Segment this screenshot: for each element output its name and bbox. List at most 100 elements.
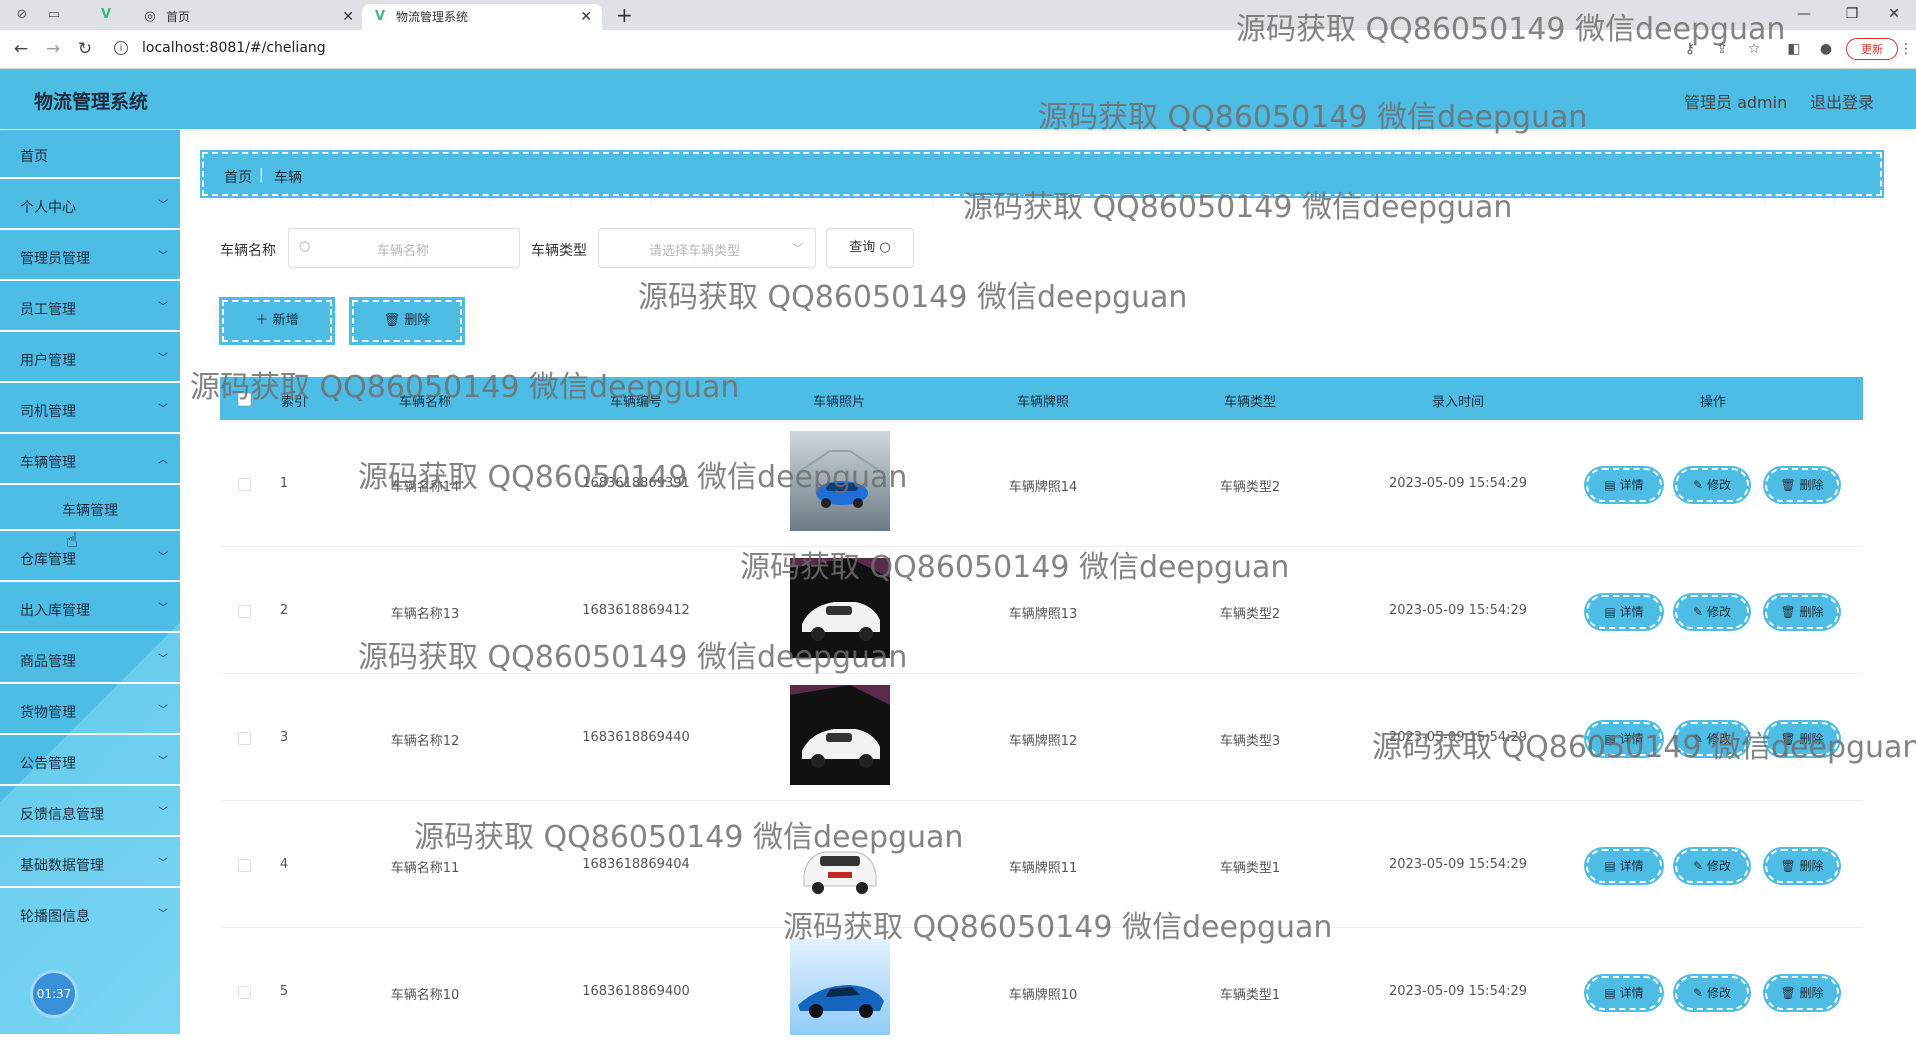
detail-button[interactable]: ▤ 详情 bbox=[1586, 595, 1662, 629]
app-title: 物流管理系统 bbox=[34, 91, 149, 113]
logout-link[interactable]: 退出登录 bbox=[1810, 89, 1874, 113]
document-icon: ▤ bbox=[1604, 605, 1616, 619]
back-icon[interactable]: ← bbox=[10, 38, 32, 60]
sidebar-item-staff[interactable]: 员工管理 ﹀ bbox=[0, 283, 180, 332]
vehicle-photo[interactable] bbox=[790, 558, 890, 658]
chevron-down-icon: ﹀ bbox=[158, 603, 168, 614]
close-icon[interactable]: ✕ bbox=[580, 4, 592, 30]
browser-tab-bar: ⊘ ▭ V ◎ 首页 ✕ V 物流管理系统 ✕ + — ❐ ✕ bbox=[0, 0, 1916, 30]
sidebar-item-vehicles[interactable]: 车辆管理 ︿ bbox=[0, 436, 180, 485]
forward-icon[interactable]: → bbox=[42, 38, 64, 60]
clock-badge: 01:37 bbox=[30, 970, 78, 1018]
url-field[interactable]: i localhost:8081/#/cheliang bbox=[106, 35, 1436, 63]
account-icon[interactable]: ● bbox=[1816, 40, 1836, 58]
delete-button[interactable]: 🗑 删除 bbox=[1765, 595, 1839, 629]
sidebar-item-admin[interactable]: 管理员管理 ﹀ bbox=[0, 232, 180, 281]
profile-icon[interactable]: ⊘ bbox=[14, 7, 30, 23]
table-row: 1 车辆名称14 1683618869391 车辆牌照14 车辆类型2 2023… bbox=[220, 420, 1863, 547]
pencil-icon: ✎ bbox=[1693, 859, 1704, 873]
vehicle-photo[interactable] bbox=[790, 939, 890, 1035]
edit-button[interactable]: ✎ 修改 bbox=[1675, 595, 1749, 629]
side-panel-icon[interactable]: ◧ bbox=[1784, 40, 1804, 58]
add-button[interactable]: ＋ 新增 bbox=[222, 300, 332, 342]
sidebar: 首页 个人中心 ﹀ 管理员管理 ﹀ 员工管理 ﹀ 用户管理 ﹀ 司机管理 ﹀ 车… bbox=[0, 130, 180, 1034]
restore-icon[interactable]: ❐ bbox=[1830, 0, 1874, 30]
detail-button[interactable]: ▤ 详情 bbox=[1586, 976, 1662, 1010]
batch-delete-button[interactable]: 🗑 删除 bbox=[352, 300, 462, 342]
sidebar-item-goods[interactable]: 货物管理 ﹀ bbox=[0, 686, 180, 735]
row-checkbox[interactable] bbox=[238, 986, 251, 999]
info-icon[interactable]: i bbox=[114, 41, 128, 55]
close-icon[interactable]: ✕ bbox=[342, 4, 354, 30]
vehicle-photo[interactable] bbox=[790, 431, 890, 531]
table-header: 索引 车辆名称 车辆编号 车辆照片 车辆牌照 车辆类型 录入时间 操作 bbox=[220, 377, 1863, 420]
delete-button[interactable]: 🗑 删除 bbox=[1765, 722, 1839, 756]
chevron-down-icon: ﹀ bbox=[792, 242, 803, 255]
edit-button[interactable]: ✎ 修改 bbox=[1675, 849, 1749, 883]
trash-icon: 🗑 bbox=[1780, 478, 1796, 492]
detail-button[interactable]: ▤ 详情 bbox=[1586, 468, 1662, 502]
trash-icon: 🗑 bbox=[1780, 986, 1796, 1000]
star-icon[interactable]: ☆ bbox=[1744, 40, 1764, 58]
chevron-down-icon: ﹀ bbox=[158, 654, 168, 665]
pencil-icon: ✎ bbox=[1693, 478, 1704, 492]
row-checkbox[interactable] bbox=[238, 478, 251, 491]
row-checkbox[interactable] bbox=[238, 605, 251, 618]
table-row: 3 车辆名称12 1683618869440 车辆牌照12 车辆类型3 2023… bbox=[220, 674, 1863, 801]
breadcrumb-home[interactable]: 首页 bbox=[224, 167, 252, 187]
chevron-down-icon: ﹀ bbox=[158, 807, 168, 818]
row-checkbox[interactable] bbox=[238, 859, 251, 872]
vehicle-type-select[interactable]: 请选择车辆类型 ﹀ bbox=[598, 228, 816, 268]
new-tab-icon[interactable]: + bbox=[616, 3, 633, 27]
chevron-down-icon: ﹀ bbox=[158, 756, 168, 767]
update-button[interactable]: 更新 bbox=[1846, 38, 1898, 60]
share-icon[interactable]: ⇪ bbox=[1712, 40, 1732, 58]
vehicle-photo[interactable] bbox=[790, 812, 890, 912]
row-checkbox[interactable] bbox=[238, 732, 251, 745]
query-button[interactable]: 查询 ○ bbox=[826, 228, 914, 268]
tab-groups-icon[interactable]: ▭ bbox=[46, 7, 62, 23]
sidebar-item-users[interactable]: 用户管理 ﹀ bbox=[0, 334, 180, 383]
app-header: 物流管理系统 管理员 admin 退出登录 bbox=[0, 69, 1916, 129]
globe-icon: ◎ bbox=[144, 9, 156, 24]
delete-button[interactable]: 🗑 删除 bbox=[1765, 976, 1839, 1010]
sidebar-item-personal-center[interactable]: 个人中心 ﹀ bbox=[0, 181, 180, 230]
sidebar-item-home[interactable]: 首页 bbox=[0, 130, 180, 179]
plus-icon: ＋ bbox=[255, 313, 269, 328]
sidebar-item-feedback[interactable]: 反馈信息管理 ﹀ bbox=[0, 788, 180, 837]
pencil-icon: ✎ bbox=[1693, 986, 1704, 1000]
address-bar: ← → ↻ i localhost:8081/#/cheliang ⚷ ⇪ ☆ … bbox=[0, 30, 1916, 69]
sidebar-item-base-data[interactable]: 基础数据管理 ﹀ bbox=[0, 839, 180, 888]
browser-tab-home[interactable]: ◎ 首页 ✕ bbox=[132, 4, 364, 30]
minimize-icon[interactable]: — bbox=[1782, 0, 1826, 30]
sidebar-item-inout[interactable]: 出入库管理 ﹀ bbox=[0, 584, 180, 633]
vehicle-name-input[interactable]: ○ 车辆名称 bbox=[288, 228, 520, 268]
browser-tab-active[interactable]: V 物流管理系统 ✕ bbox=[362, 4, 602, 30]
sidebar-item-drivers[interactable]: 司机管理 ﹀ bbox=[0, 385, 180, 434]
sidebar-item-carousel[interactable]: 轮播图信息 ﹀ bbox=[0, 890, 180, 939]
key-icon[interactable]: ⚷ bbox=[1680, 40, 1700, 58]
table-row: 5 车辆名称10 1683618869400 车辆牌照10 车辆类型1 2023… bbox=[220, 928, 1863, 1055]
edit-button[interactable]: ✎ 修改 bbox=[1675, 468, 1749, 502]
trash-icon: 🗑 bbox=[1780, 732, 1796, 746]
document-icon: ▤ bbox=[1604, 478, 1616, 492]
document-icon: ▤ bbox=[1604, 859, 1616, 873]
close-window-icon[interactable]: ✕ bbox=[1872, 0, 1916, 30]
edit-button[interactable]: ✎ 修改 bbox=[1675, 722, 1749, 756]
more-icon[interactable]: ⋮ bbox=[1896, 40, 1916, 58]
vehicle-photo[interactable] bbox=[790, 685, 890, 785]
delete-button[interactable]: 🗑 删除 bbox=[1765, 849, 1839, 883]
breadcrumb-separator: | bbox=[259, 167, 264, 183]
sidebar-item-products[interactable]: 商品管理 ﹀ bbox=[0, 635, 180, 684]
sidebar-item-notices[interactable]: 公告管理 ﹀ bbox=[0, 737, 180, 786]
chevron-down-icon: ﹀ bbox=[158, 404, 168, 415]
detail-button[interactable]: ▤ 详情 bbox=[1586, 722, 1662, 756]
delete-button[interactable]: 🗑 删除 bbox=[1765, 468, 1839, 502]
sidebar-item-warehouse[interactable]: 仓库管理 ﹀ bbox=[0, 533, 180, 582]
detail-button[interactable]: ▤ 详情 bbox=[1586, 849, 1662, 883]
select-all-checkbox[interactable] bbox=[238, 393, 251, 406]
sidebar-subitem-vehicle-management[interactable]: 车辆管理 bbox=[0, 487, 180, 531]
vue-logo-icon[interactable]: V bbox=[98, 7, 114, 23]
edit-button[interactable]: ✎ 修改 bbox=[1675, 976, 1749, 1010]
reload-icon[interactable]: ↻ bbox=[74, 38, 96, 60]
